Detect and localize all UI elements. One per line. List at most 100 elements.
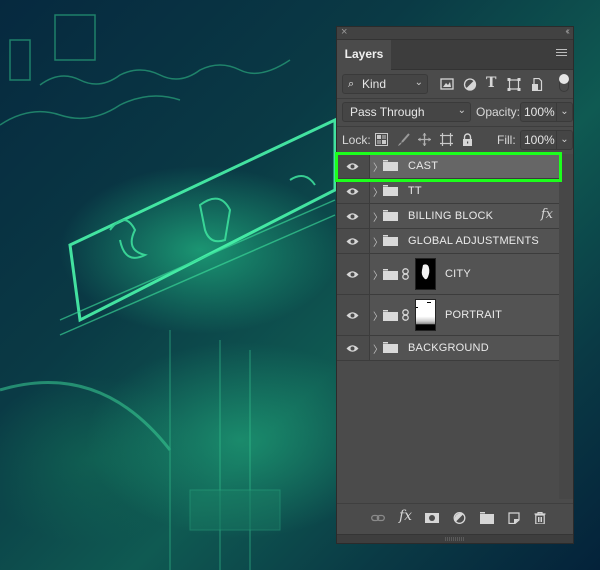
expand-chevron-icon[interactable]: 〉	[373, 234, 383, 249]
eye-icon	[346, 271, 359, 278]
filter-kind-select[interactable]: ⌕ Kind ⌄	[342, 74, 428, 94]
visibility-toggle[interactable]	[337, 204, 370, 228]
mask-link-icon[interactable]	[402, 268, 409, 280]
link-layers-icon[interactable]	[371, 512, 385, 524]
new-adjustment-icon[interactable]	[453, 512, 467, 524]
visibility-toggle[interactable]	[337, 336, 370, 360]
layer-row-portrait[interactable]: 〉 PORTRAIT	[337, 295, 559, 336]
shop-sign	[189, 489, 281, 531]
blend-row: Pass Through ⌄ Opacity: 100% ⌄	[337, 99, 573, 125]
expand-chevron-icon[interactable]: 〉	[373, 267, 383, 282]
layer-row-background[interactable]: 〉 BACKGROUND	[337, 336, 559, 361]
layer-content: 〉 PORTRAIT	[370, 295, 559, 335]
layer-effects-icon[interactable]: fx	[541, 207, 553, 222]
neon-char-2	[198, 197, 232, 243]
eye-icon	[346, 345, 359, 352]
upper-neon-char-2	[9, 39, 31, 81]
eye-icon	[346, 312, 359, 319]
layer-content: 〉 CITY	[370, 254, 559, 294]
layer-name: CAST	[408, 160, 439, 172]
layer-name: PORTRAIT	[445, 309, 503, 321]
smart-object-filter-icon[interactable]	[530, 78, 544, 91]
lock-transparent-icon[interactable]	[375, 133, 388, 146]
add-style-icon[interactable]: fx	[399, 508, 417, 524]
layer-row-tt[interactable]: 〉 TT	[337, 179, 559, 204]
filter-toggle[interactable]	[559, 74, 569, 92]
lock-position-icon[interactable]	[418, 133, 431, 146]
visibility-toggle[interactable]	[337, 179, 370, 203]
layer-content: 〉 BILLING BLOCK fx ⌄	[370, 204, 573, 228]
panel-resize-handle[interactable]	[337, 534, 573, 543]
lock-artboard-icon[interactable]	[440, 133, 453, 146]
layer-name: TT	[408, 185, 422, 197]
expand-chevron-icon[interactable]: 〉	[373, 341, 383, 356]
expand-chevron-icon[interactable]: 〉	[373, 184, 383, 199]
neon-char-1	[109, 219, 148, 259]
neon-char-3	[289, 175, 316, 186]
layer-content: 〉 GLOBAL ADJUSTMENTS	[370, 229, 559, 253]
blend-mode-value: Pass Through	[350, 105, 425, 119]
panel-title-bar[interactable]: × ‹‹	[337, 25, 573, 40]
pixel-filter-icon[interactable]	[440, 78, 454, 91]
fill-dropdown[interactable]: ⌄	[557, 130, 573, 150]
layers-panel: × ‹‹ Layers ⌕ Kind ⌄ T Pass Through ⌄ Op…	[336, 26, 574, 544]
close-panel-button[interactable]: ×	[341, 25, 347, 39]
eye-icon	[346, 238, 359, 245]
layers-scrollbar[interactable]	[559, 154, 573, 499]
new-layer-icon[interactable]	[507, 512, 521, 524]
blend-mode-select[interactable]: Pass Through ⌄	[342, 102, 471, 122]
tab-layers[interactable]: Layers	[337, 40, 391, 70]
folder-icon	[383, 185, 398, 196]
visibility-toggle[interactable]	[337, 254, 370, 294]
eye-icon	[346, 163, 359, 170]
layer-row-cast[interactable]: 〉 CAST	[337, 154, 559, 179]
fill-input[interactable]: 100%	[520, 130, 557, 150]
layer-mask-thumbnail[interactable]	[415, 258, 436, 290]
add-mask-icon[interactable]	[425, 512, 439, 524]
awning-line	[59, 199, 336, 321]
layer-name: BACKGROUND	[408, 342, 489, 354]
layer-mask-thumbnail[interactable]	[415, 299, 436, 331]
opacity-dropdown[interactable]: ⌄	[557, 102, 573, 122]
building-pillars	[169, 330, 251, 570]
layer-row-billing-block[interactable]: 〉 BILLING BLOCK fx ⌄	[337, 204, 573, 229]
layer-row-city[interactable]: 〉 CITY	[337, 254, 559, 295]
lock-image-icon[interactable]	[397, 133, 410, 146]
lock-all-icon[interactable]	[461, 133, 474, 146]
panel-tab-bar: Layers	[337, 40, 573, 70]
new-group-icon[interactable]	[480, 512, 494, 524]
folder-icon	[383, 269, 398, 280]
eye-icon	[346, 213, 359, 220]
type-filter-icon[interactable]: T	[486, 75, 500, 91]
filter-row: ⌕ Kind ⌄ T	[337, 70, 573, 99]
lock-label: Lock:	[342, 133, 371, 147]
filter-kind-label: Kind	[362, 77, 387, 91]
visibility-toggle[interactable]	[337, 154, 370, 178]
adjustment-filter-icon[interactable]	[463, 78, 477, 91]
delete-layer-icon[interactable]	[533, 512, 547, 524]
visibility-toggle[interactable]	[337, 229, 370, 253]
layer-name: BILLING BLOCK	[408, 210, 494, 222]
upper-neon-squiggle-2	[0, 95, 181, 126]
layer-content: 〉 TT	[370, 179, 559, 203]
folder-icon	[383, 310, 398, 321]
eye-icon	[346, 188, 359, 195]
shape-filter-icon[interactable]	[507, 78, 521, 91]
expand-chevron-icon[interactable]: 〉	[373, 308, 383, 323]
mask-link-icon[interactable]	[402, 309, 409, 321]
panel-menu-icon[interactable]	[556, 49, 567, 58]
chevron-down-icon: ⌄	[457, 105, 466, 116]
layer-content: 〉 BACKGROUND	[370, 336, 559, 360]
awning-line-2	[59, 214, 336, 336]
opacity-label: Opacity:	[476, 105, 521, 119]
collapse-panel-button[interactable]: ‹‹	[565, 25, 569, 39]
opacity-input[interactable]: 100%	[520, 102, 557, 122]
balcony-rail	[0, 381, 172, 451]
layer-row-global-adjustments[interactable]: 〉 GLOBAL ADJUSTMENTS	[337, 229, 559, 254]
visibility-toggle[interactable]	[337, 295, 370, 335]
expand-chevron-icon[interactable]: 〉	[373, 159, 383, 174]
layers-bottom-toolbar: fx	[337, 503, 573, 532]
expand-chevron-icon[interactable]: 〉	[373, 209, 383, 224]
folder-icon	[383, 235, 398, 246]
upper-neon-char	[54, 14, 96, 61]
